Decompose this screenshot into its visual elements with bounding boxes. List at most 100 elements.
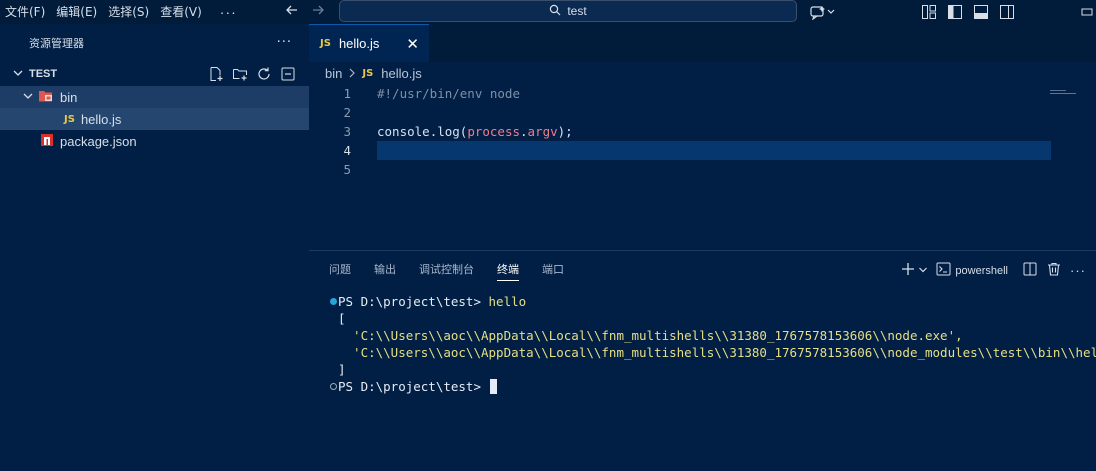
menu-view[interactable]: 查看(V)	[155, 0, 208, 24]
panel-tab-bar: 问题 输出 调试控制台 终端 端口 powershell ···	[309, 251, 1096, 289]
terminal-cursor	[489, 379, 497, 394]
token-argv: argv	[527, 124, 558, 139]
trash-icon[interactable]	[1046, 261, 1062, 280]
add-terminal-icon[interactable]	[900, 261, 916, 280]
arrow-left-icon[interactable]	[282, 3, 302, 21]
toggle-panel-icon[interactable]	[972, 3, 990, 21]
line-number: 4	[343, 143, 351, 158]
line-number: 1	[343, 86, 351, 101]
panel-more-button[interactable]: ···	[1070, 263, 1086, 278]
breadcrumb-folder[interactable]: bin	[325, 66, 342, 81]
tab-terminal[interactable]: 终端	[497, 251, 519, 289]
line-number: 3	[343, 124, 351, 139]
chevron-down-icon	[22, 90, 34, 105]
new-file-icon[interactable]	[207, 65, 225, 83]
command-pending-icon[interactable]	[329, 383, 337, 390]
token-process: process	[467, 124, 521, 139]
tab-output[interactable]: 输出	[374, 251, 396, 289]
javascript-file-icon: JS	[320, 38, 331, 49]
section-actions	[207, 65, 297, 83]
tree-item-label: bin	[60, 89, 78, 105]
code-line: 3 console.log(process.argv);	[309, 122, 1096, 141]
tree-item-hello-js[interactable]: JS hello.js	[0, 108, 309, 130]
token-log: log	[437, 124, 460, 139]
code-text: #!/usr/bin/env node	[377, 86, 520, 101]
split-terminal-icon[interactable]	[1022, 261, 1038, 280]
code-line: 5	[309, 160, 1096, 179]
terminal-output-text: 'C:\\Users\\aoc\\AppData\\Local\\fnm_mul…	[338, 328, 963, 343]
collapse-all-icon[interactable]	[279, 65, 297, 83]
chevron-down-icon[interactable]	[918, 263, 928, 278]
close-icon[interactable]: ✕	[406, 35, 419, 53]
code-line: 1 #!/usr/bin/env node	[309, 84, 1096, 103]
terminal-line: PS D:\project\test> hello	[329, 293, 1096, 310]
terminal-output-text: 'C:\\Users\\aoc\\AppData\\Local\\fnm_mul…	[338, 345, 1096, 360]
terminal-command: hello	[488, 294, 527, 309]
minimize-icon[interactable]	[1078, 3, 1096, 21]
terminal-icon	[936, 262, 951, 279]
breadcrumb: bin JS hello.js	[309, 62, 1096, 84]
new-folder-icon[interactable]	[231, 65, 249, 83]
npm-icon	[40, 133, 54, 150]
explorer-header: 资源管理器 ···	[0, 24, 309, 62]
terminal-line: ]	[329, 361, 1096, 378]
current-line-highlight	[377, 141, 1051, 160]
terminal-shell-label[interactable]: powershell	[955, 265, 1008, 277]
arrow-right-icon[interactable]	[308, 3, 328, 21]
menu-edit[interactable]: 编辑(E)	[51, 0, 103, 24]
terminal-output-text: [	[338, 311, 346, 326]
terminal-line: 'C:\\Users\\aoc\\AppData\\Local\\fnm_mul…	[329, 327, 1096, 344]
javascript-file-icon: JS	[362, 67, 374, 79]
line-number: 2	[343, 105, 351, 120]
menu-more-button[interactable]: ···	[208, 4, 249, 20]
tree-item-bin-folder[interactable]: bin	[0, 86, 309, 108]
terminal-output[interactable]: PS D:\project\test> hello [ 'C:\\Users\\…	[309, 289, 1096, 395]
tab-debug-console[interactable]: 调试控制台	[419, 251, 474, 289]
search-text: test	[567, 4, 587, 18]
panel-actions: powershell ···	[900, 261, 1086, 280]
workspace-name: TEST	[29, 68, 58, 80]
toggle-secondary-sidebar-icon[interactable]	[998, 3, 1016, 21]
tab-problems[interactable]: 问题	[329, 251, 351, 289]
tab-label: hello.js	[338, 36, 380, 51]
code-text: console.log(process.argv);	[377, 122, 573, 141]
tab-hello-js[interactable]: JS hello.js ✕	[309, 24, 429, 62]
tab-ports[interactable]: 端口	[542, 251, 564, 289]
token-close: );	[557, 124, 573, 139]
menu-file[interactable]: 文件(F)	[0, 0, 51, 24]
tree-item-package-json[interactable]: package.json	[0, 130, 309, 152]
explorer-title: 资源管理器	[29, 37, 84, 50]
workspace-section-header[interactable]: TEST	[0, 62, 309, 86]
token-console: console	[377, 124, 430, 139]
code-line: 2	[309, 103, 1096, 122]
chevron-down-icon	[12, 67, 26, 82]
terminal-line: PS D:\project\test>	[329, 378, 1096, 395]
refresh-icon[interactable]	[255, 65, 273, 83]
menu-selection[interactable]: 选择(S)	[103, 0, 155, 24]
breadcrumb-file[interactable]: hello.js	[381, 66, 421, 81]
terminal-line: [	[329, 310, 1096, 327]
bottom-panel: 问题 输出 调试控制台 终端 端口 powershell ··· PS D:\p…	[309, 250, 1096, 471]
tree-item-label: package.json	[60, 133, 137, 149]
toggle-sidebar-icon[interactable]	[946, 3, 964, 21]
command-success-icon[interactable]	[329, 298, 337, 305]
editor-area: JS hello.js ✕ bin JS hello.js 1 #!/usr/b…	[309, 24, 1096, 251]
search-icon	[549, 4, 561, 19]
command-center-search[interactable]: test	[339, 0, 797, 22]
code-editor[interactable]: 1 #!/usr/bin/env node 2 3 console.log(pr…	[309, 84, 1096, 179]
terminal-prompt: PS D:\project\test>	[338, 294, 489, 309]
bin-folder-icon	[38, 89, 54, 106]
token-dot: .	[520, 124, 528, 139]
terminal-line: 'C:\\Users\\aoc\\AppData\\Local\\fnm_mul…	[329, 344, 1096, 361]
layout-icon[interactable]	[920, 3, 938, 21]
tree-item-label: hello.js	[80, 111, 122, 127]
terminal-prompt: PS D:\project\test>	[338, 379, 489, 394]
title-bar: 文件(F) 编辑(E) 选择(S) 查看(V) ··· test	[0, 0, 1096, 24]
minimap[interactable]	[1050, 84, 1086, 94]
menu-bar: 文件(F) 编辑(E) 选择(S) 查看(V) ···	[0, 0, 249, 24]
explorer-more-button[interactable]: ···	[277, 35, 292, 50]
chevron-right-icon	[348, 66, 356, 81]
copilot-icon[interactable]	[808, 3, 838, 21]
terminal-output-text: ]	[338, 362, 346, 377]
explorer-sidebar: 资源管理器 ··· TEST bin JS hello.js package.j…	[0, 24, 309, 471]
